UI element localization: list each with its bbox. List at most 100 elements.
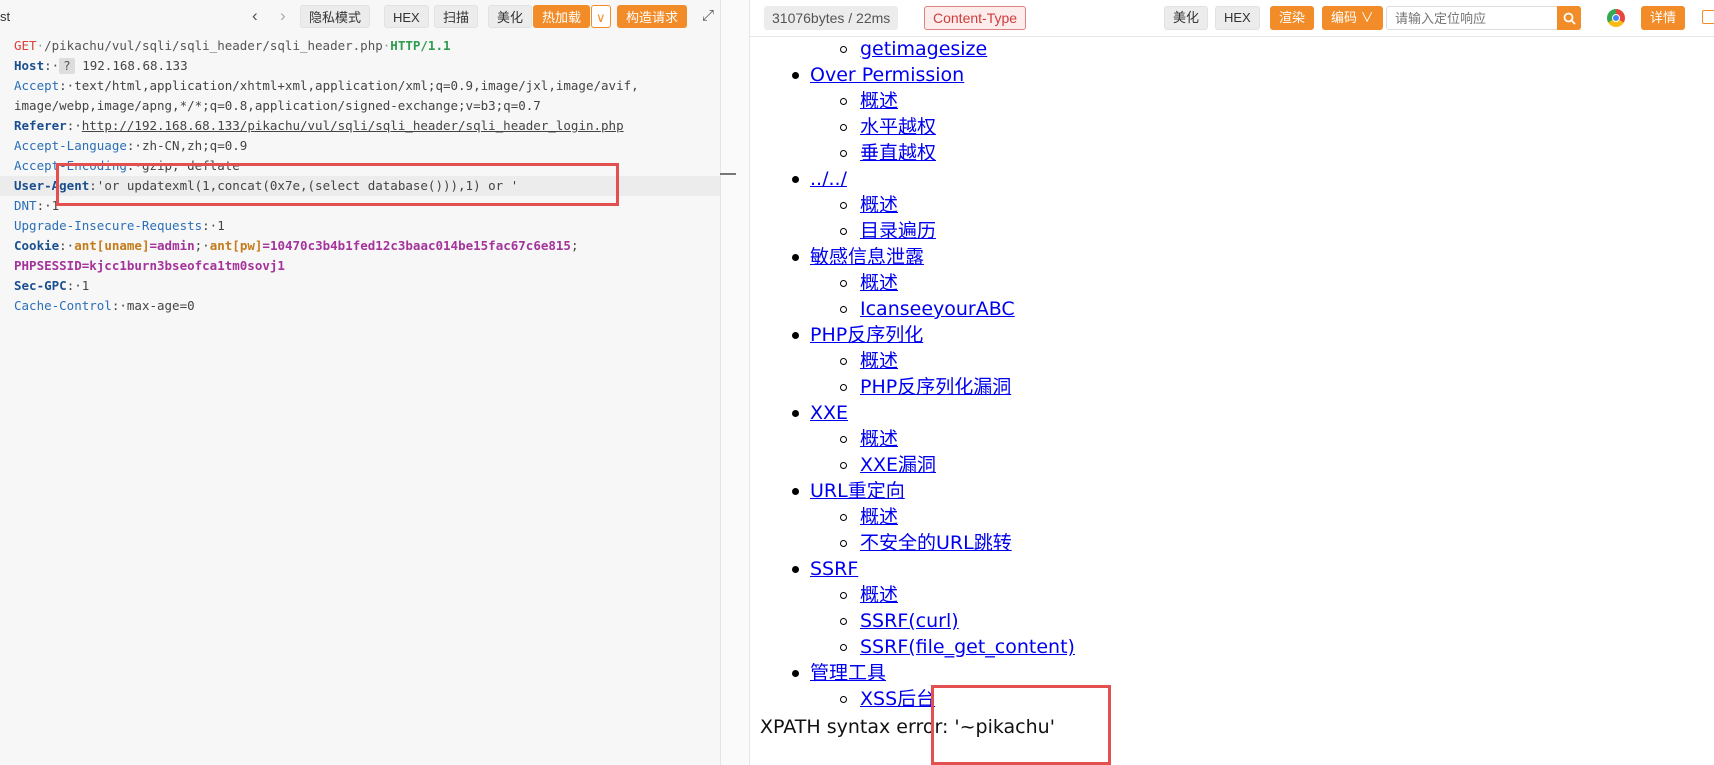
nav-link[interactable]: ../../ (810, 168, 847, 190)
chevron-left-icon[interactable]: ‹ (252, 7, 258, 25)
nav-section-item: 管理工具 (810, 660, 886, 686)
content-type-badge[interactable]: Content-Type (924, 6, 1027, 30)
header-accept-language: Accept-Language:·zh-CN,zh;q=0.9 (14, 138, 248, 153)
list-bullet-circle (840, 358, 847, 365)
nav-link[interactable]: 概述 (860, 506, 898, 528)
chrome-icon[interactable] (1607, 9, 1625, 27)
nav-link[interactable]: 概述 (860, 584, 898, 606)
nav-link[interactable]: 管理工具 (810, 662, 886, 684)
scan-button[interactable]: 扫描 (434, 5, 479, 28)
list-bullet-circle (840, 228, 847, 235)
request-method: GET (14, 38, 37, 53)
nav-link[interactable]: Over Permission (810, 64, 964, 86)
nav-link[interactable]: PHP反序列化 (810, 324, 923, 346)
encoding-label: 编码 (1331, 10, 1358, 25)
request-pane: st ‹ › 隐私模式 HEX 扫描 美化 热加载 ∨ 构造请求 ⤢ GET·/… (0, 0, 720, 765)
nav-link[interactable]: SSRF(file_get_content) (860, 636, 1075, 658)
request-path: /pikachu/vul/sqli/sqli_header/sqli_heade… (44, 38, 383, 53)
pane-divider[interactable] (720, 0, 750, 765)
nav-section-item: URL重定向 (810, 478, 905, 504)
nav-sub-item: 概述 (860, 192, 898, 218)
nav-section-item: SSRF (810, 556, 858, 582)
nav-link[interactable]: XXE (810, 402, 848, 424)
list-bullet-disc (792, 332, 799, 339)
nav-sub-item: IcanseeyourABC (860, 296, 1015, 322)
nav-link[interactable]: 不安全的URL跳转 (860, 532, 1012, 554)
nav-sub-item: PHP反序列化漏洞 (860, 374, 1011, 400)
list-bullet-circle (840, 202, 847, 209)
nav-link[interactable]: 垂直越权 (860, 142, 936, 164)
nav-link[interactable]: XSS后台 (860, 688, 935, 710)
nav-sub-item: SSRF(file_get_content) (860, 634, 1075, 660)
list-bullet-circle (840, 280, 847, 287)
nav-link[interactable]: getimagesize (860, 38, 987, 60)
rendered-response: getimagesize Over Permission 概述 水平越权 垂直越权 ../… (750, 37, 1714, 765)
request-toolbar: st ‹ › 隐私模式 HEX 扫描 美化 热加载 ∨ 构造请求 ⤢ (0, 0, 720, 34)
response-hex-button[interactable]: HEX (1215, 6, 1260, 30)
chevron-right-icon[interactable]: › (280, 7, 286, 25)
question-icon[interactable]: ? (59, 58, 75, 74)
chevron-down-icon[interactable]: ∨ (591, 5, 611, 28)
hex-button[interactable]: HEX (384, 5, 429, 28)
list-bullet-disc (792, 254, 799, 261)
nav-sub-item: 概述 (860, 582, 898, 608)
list-bullet-circle (840, 592, 847, 599)
nav-sub-item: 目录遍历 (860, 218, 936, 244)
search-icon[interactable] (1557, 6, 1581, 30)
nav-link[interactable]: 概述 (860, 350, 898, 372)
nav-sub-item: getimagesize (860, 37, 987, 62)
private-mode-button[interactable]: 隐私模式 (300, 5, 371, 28)
nav-sub-item: SSRF(curl) (860, 608, 959, 634)
list-bullet-circle (840, 46, 847, 53)
nav-link[interactable]: 概述 (860, 428, 898, 450)
expand-icon[interactable]: ⤢ (702, 7, 714, 24)
nav-link[interactable]: IcanseeyourABC (860, 298, 1015, 320)
construct-request-button[interactable]: 构造请求 (617, 5, 688, 28)
highlight-box-user-agent (56, 163, 619, 206)
list-bullet-disc (792, 176, 799, 183)
list-bullet-circle (840, 514, 847, 521)
list-bullet-circle (840, 384, 847, 391)
request-editor[interactable]: GET·/pikachu/vul/sqli/sqli_header/sqli_h… (0, 36, 720, 765)
nav-link[interactable]: PHP反序列化漏洞 (860, 376, 1011, 398)
chevron-down-icon: ∨ (1360, 10, 1374, 25)
encoding-dropdown[interactable]: 编码 ∨ (1322, 6, 1383, 30)
response-beautify-button[interactable]: 美化 (1164, 6, 1209, 30)
header-cookie: Cookie:·ant[uname]=admin;·ant[pw]=10470c… (14, 238, 579, 253)
list-bullet-disc (792, 72, 799, 79)
hot-reload-button[interactable]: 热加载 (533, 5, 591, 28)
nav-link[interactable]: URL重定向 (810, 480, 905, 502)
nav-link[interactable]: 概述 (860, 90, 898, 112)
request-tab-label[interactable]: st (0, 9, 10, 24)
nav-link[interactable]: SSRF (810, 558, 858, 580)
beautify-button[interactable]: 美化 (488, 5, 533, 28)
header-upgrade: Upgrade-Insecure-Requests:·1 (14, 218, 225, 233)
list-bullet-circle (840, 540, 847, 547)
request-line: GET·/pikachu/vul/sqli/sqli_header/sqli_h… (14, 38, 451, 53)
locate-response-input[interactable] (1386, 6, 1558, 30)
nav-sub-item: 垂直越权 (860, 140, 936, 166)
message-icon[interactable] (1702, 10, 1714, 24)
nav-link[interactable]: 概述 (860, 194, 898, 216)
details-button[interactable]: 详情 (1641, 6, 1686, 30)
nav-link[interactable]: 敏感信息泄露 (810, 246, 924, 268)
nav-sub-item: 水平越权 (860, 114, 936, 140)
list-bullet-disc (792, 670, 799, 677)
request-protocol: HTTP/1.1 (390, 38, 451, 53)
list-bullet-circle (840, 124, 847, 131)
nav-sub-item: 概述 (860, 426, 898, 452)
list-bullet-circle (840, 306, 847, 313)
nav-link[interactable]: SSRF(curl) (860, 610, 959, 632)
nav-link[interactable]: XXE漏洞 (860, 454, 936, 476)
nav-link[interactable]: 目录遍历 (860, 220, 936, 242)
nav-sub-item: 不安全的URL跳转 (860, 530, 1012, 556)
list-bullet-circle (840, 98, 847, 105)
nav-link[interactable]: 水平越权 (860, 116, 936, 138)
header-referer: Referer:·http://192.168.68.133/pikachu/v… (14, 118, 624, 133)
render-button[interactable]: 渲染 (1270, 6, 1315, 30)
response-pane: 31076bytes / 22ms Content-Type 美化 HEX 渲染… (750, 0, 1714, 765)
header-sec-gpc: Sec-GPC:·1 (14, 278, 90, 293)
list-bullet-circle (840, 150, 847, 157)
divider-handle[interactable] (720, 173, 736, 175)
nav-link[interactable]: 概述 (860, 272, 898, 294)
